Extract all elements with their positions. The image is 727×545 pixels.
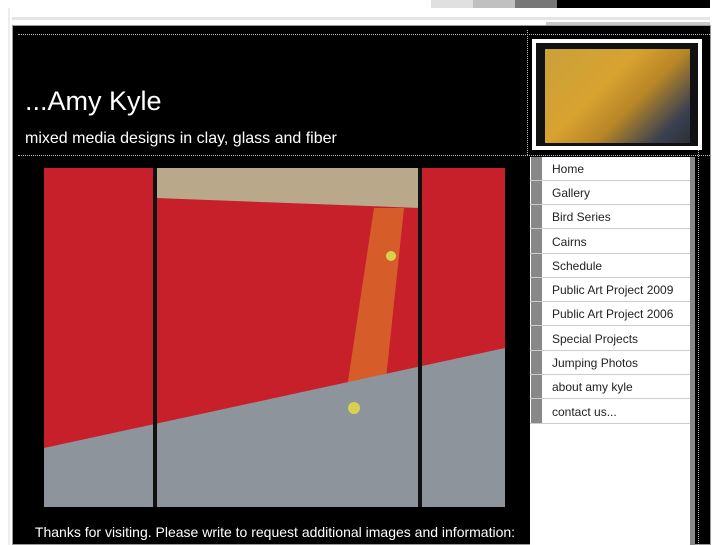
dotted-divider	[18, 34, 710, 35]
site-subtitle: mixed media designs in clay, glass and f…	[25, 130, 337, 147]
color-swatch	[431, 0, 473, 8]
site-title: ...Amy Kyle	[25, 86, 162, 116]
nav-item-public-art-2006[interactable]: Public Art Project 2006	[530, 302, 690, 326]
divider	[8, 8, 10, 545]
nav-item-home[interactable]: Home	[530, 157, 690, 181]
footer-text: Thanks for visiting. Please write to req…	[34, 524, 516, 540]
nav-item-schedule[interactable]: Schedule	[530, 254, 690, 278]
nav-item-special-projects[interactable]: Special Projects	[530, 327, 690, 351]
dotted-divider	[698, 150, 699, 545]
color-swatch	[557, 0, 710, 8]
nav-item-public-art-2009[interactable]: Public Art Project 2009	[530, 278, 690, 302]
color-swatch	[473, 0, 515, 8]
featured-artwork-image	[44, 168, 505, 507]
nav-menu: Home Gallery Bird Series Cairns Schedule…	[530, 157, 690, 545]
dotted-divider	[18, 155, 710, 156]
divider	[12, 17, 710, 20]
menu-stripe	[690, 157, 695, 545]
nav-item-gallery[interactable]: Gallery	[530, 181, 690, 205]
nav-item-jumping-photos[interactable]: Jumping Photos	[530, 351, 690, 375]
nav-item-about[interactable]: about amy kyle	[530, 375, 690, 399]
dotted-divider	[527, 30, 528, 155]
nav-item-cairns[interactable]: Cairns	[530, 230, 690, 254]
nav-item-contact[interactable]: contact us...	[530, 400, 690, 424]
thumbnail-artwork-image	[545, 49, 690, 143]
color-swatch	[515, 0, 557, 8]
nav-item-bird-series[interactable]: Bird Series	[530, 205, 690, 229]
